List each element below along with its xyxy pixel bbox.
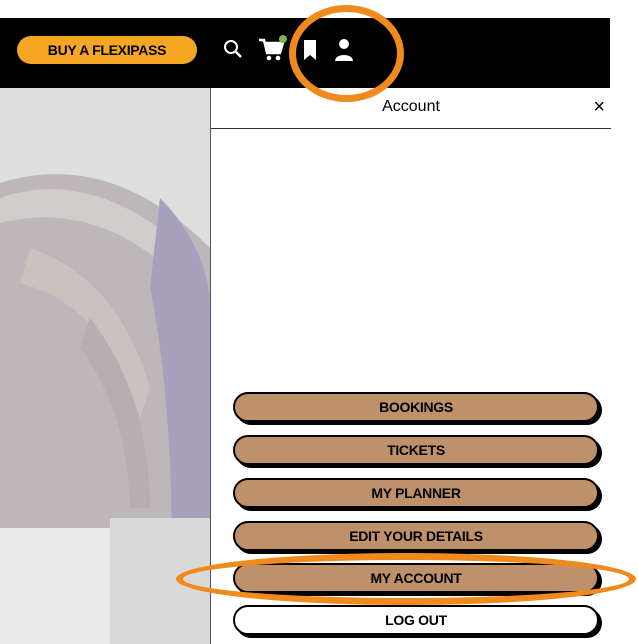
my-planner-button[interactable]: MY PLANNER <box>233 478 599 508</box>
cart-icon[interactable] <box>257 34 289 62</box>
log-out-button[interactable]: LOG OUT <box>233 605 599 635</box>
close-icon[interactable]: × <box>593 96 605 119</box>
panel-title: Account <box>382 98 440 115</box>
highlight-ring-user <box>289 5 404 102</box>
overlay-dim <box>0 88 210 644</box>
background-page-image <box>0 88 210 644</box>
panel-header: Account × <box>211 88 611 129</box>
search-icon[interactable] <box>222 38 244 60</box>
bookings-button[interactable]: BOOKINGS <box>233 392 599 422</box>
buy-flexipass-button[interactable]: BUY A FLEXIPASS <box>17 36 197 64</box>
tickets-button[interactable]: TICKETS <box>233 435 599 465</box>
highlight-ring-my-account <box>176 553 636 605</box>
edit-your-details-button[interactable]: EDIT YOUR DETAILS <box>233 521 599 551</box>
